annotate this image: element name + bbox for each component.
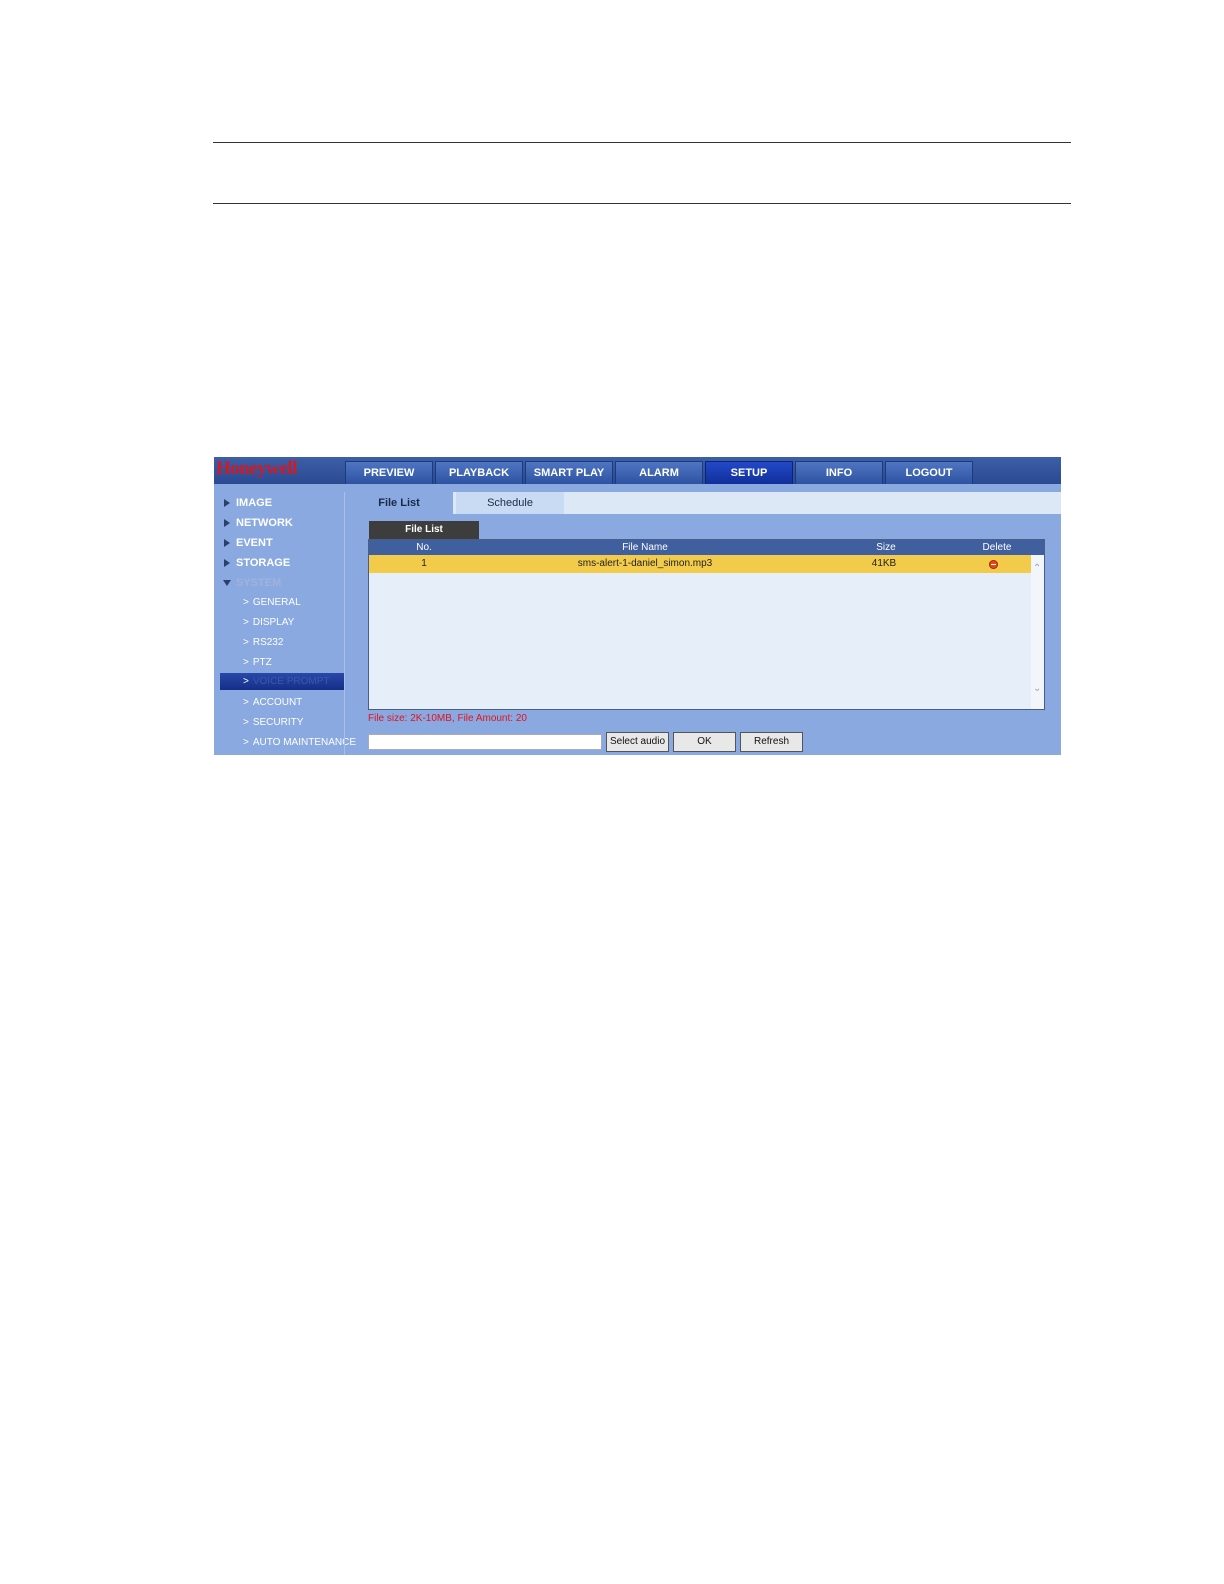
- sidebar-item-label: PTZ: [252, 657, 272, 668]
- chevron-right-icon: >: [243, 676, 249, 687]
- triangle-down-icon: [223, 580, 231, 586]
- cell-size: 41KB: [871, 558, 897, 569]
- column-header-no: No.: [416, 542, 432, 553]
- sidebar-item-voice-prompt[interactable]: > VOICE PROMPT: [220, 673, 344, 690]
- nav-smart-play[interactable]: SMART PLAY: [525, 461, 613, 484]
- column-header-size: Size: [876, 542, 896, 553]
- table-scrollbar[interactable]: ⌃ ⌄: [1031, 555, 1044, 709]
- sidebar-item-label: GENERAL: [252, 597, 301, 608]
- column-header-file-name: File Name: [622, 542, 668, 553]
- select-audio-button[interactable]: Select audio: [606, 732, 669, 752]
- chevron-right-icon: >: [243, 597, 249, 608]
- sidebar-item-general[interactable]: > GENERAL: [220, 593, 344, 613]
- file-list-table: No. File Name Size Delete 1 sms-alert-1-…: [368, 539, 1045, 710]
- sidebar-item-label: AUTO MAINTENANCE: [252, 737, 357, 748]
- web-client-window: Honeywell PREVIEW PLAYBACK SMART PLAY AL…: [214, 457, 1061, 755]
- sidebar-item-label: DISPLAY: [252, 617, 295, 628]
- sidebar-item-label: NETWORK: [236, 517, 293, 529]
- chevron-right-icon: >: [243, 697, 249, 708]
- sidebar-item-storage[interactable]: STORAGE: [220, 553, 344, 573]
- sidebar-item-label: EVENT: [236, 537, 273, 549]
- tab-strip: File List Schedule: [345, 492, 1061, 514]
- nav-preview[interactable]: PREVIEW: [345, 461, 433, 484]
- scroll-up-icon[interactable]: ⌃: [1033, 563, 1041, 574]
- nav-setup[interactable]: SETUP: [705, 461, 793, 484]
- sidebar-item-label: IMAGE: [236, 497, 273, 509]
- cell-file-name: sms-alert-1-daniel_simon.mp3: [577, 558, 713, 569]
- brand-logo: Honeywell: [216, 458, 298, 479]
- voice-prompt-panel: File List Schedule File List No. File Na…: [345, 492, 1061, 755]
- nav-alarm[interactable]: ALARM: [615, 461, 703, 484]
- table-header: No. File Name Size Delete: [369, 540, 1044, 555]
- tab-schedule[interactable]: Schedule: [456, 492, 564, 514]
- column-header-delete: Delete: [982, 542, 1012, 553]
- sidebar-item-event[interactable]: EVENT: [220, 533, 344, 553]
- sidebar-item-security[interactable]: > SECURITY: [220, 713, 344, 733]
- sidebar-item-ptz[interactable]: > PTZ: [220, 653, 344, 673]
- nav-info[interactable]: INFO: [795, 461, 883, 484]
- tab-file-list[interactable]: File List: [345, 492, 453, 514]
- chevron-right-icon: >: [243, 617, 249, 628]
- sidebar-item-image[interactable]: IMAGE: [220, 493, 344, 513]
- settings-sidebar: IMAGE NETWORK EVENT STORAGE SYSTEM > GENE…: [220, 492, 356, 755]
- chevron-right-icon: >: [243, 737, 249, 748]
- sidebar-item-label: STORAGE: [236, 557, 291, 569]
- file-list-subtab[interactable]: File List: [369, 521, 479, 539]
- delete-icon[interactable]: [989, 560, 998, 569]
- chevron-right-icon: >: [243, 717, 249, 728]
- cell-no: 1: [421, 558, 427, 569]
- triangle-right-icon: [224, 519, 230, 527]
- nav-logout[interactable]: LOGOUT: [885, 461, 973, 484]
- ok-button[interactable]: OK: [673, 732, 736, 752]
- chevron-right-icon: >: [243, 637, 249, 648]
- triangle-right-icon: [224, 539, 230, 547]
- sidebar-item-system[interactable]: SYSTEM: [220, 573, 344, 593]
- sidebar-item-label: SECURITY: [252, 717, 304, 728]
- nav-playback[interactable]: PLAYBACK: [435, 461, 523, 484]
- header-rule-bottom: [213, 203, 1071, 204]
- table-row[interactable]: 1 sms-alert-1-daniel_simon.mp3 41KB: [369, 555, 1031, 573]
- sidebar-item-label: VOICE PROMPT: [252, 676, 330, 687]
- file-limit-note: File size: 2K-10MB, File Amount: 20: [368, 713, 527, 724]
- sidebar-item-rs232[interactable]: > RS232: [220, 633, 344, 653]
- sidebar-item-label: SYSTEM: [236, 577, 282, 589]
- chevron-right-icon: >: [243, 657, 249, 668]
- audio-file-path-input[interactable]: [368, 734, 602, 750]
- sidebar-item-account[interactable]: > ACCOUNT: [220, 693, 344, 713]
- sidebar-item-label: ACCOUNT: [252, 697, 303, 708]
- sidebar-item-auto-maintenance[interactable]: > AUTO MAINTENANCE: [220, 733, 356, 753]
- header-rule-top: [213, 142, 1071, 143]
- triangle-right-icon: [224, 499, 230, 507]
- sidebar-item-network[interactable]: NETWORK: [220, 513, 344, 533]
- triangle-right-icon: [224, 559, 230, 567]
- sidebar-item-label: RS232: [252, 637, 284, 648]
- refresh-button[interactable]: Refresh: [740, 732, 803, 752]
- top-navigation-bar: Honeywell PREVIEW PLAYBACK SMART PLAY AL…: [214, 457, 1061, 484]
- scroll-down-icon[interactable]: ⌄: [1033, 683, 1041, 694]
- sidebar-item-display[interactable]: > DISPLAY: [220, 613, 344, 633]
